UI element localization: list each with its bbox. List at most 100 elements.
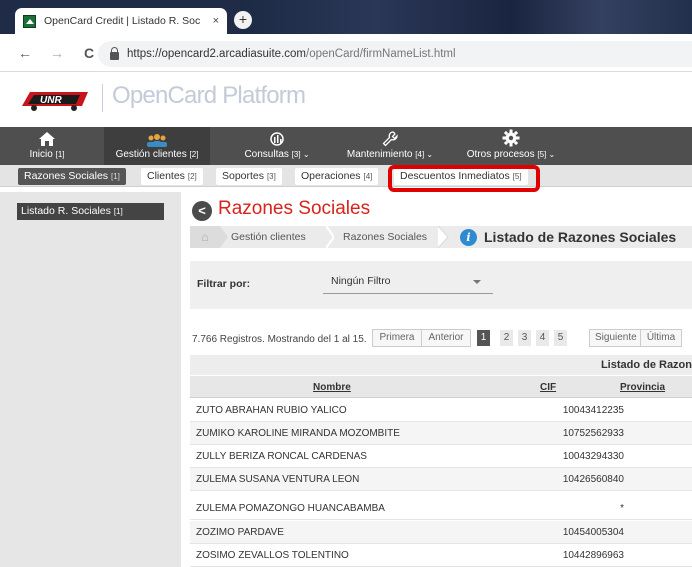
favicon-icon: [23, 14, 36, 28]
subnav-soportes-label: Soportes: [222, 170, 265, 182]
nav-mantenimiento[interactable]: Mantenimiento [4] ⌄: [335, 127, 445, 165]
address-bar[interactable]: https://opencard2.arcadiasuite.com/openC…: [98, 41, 692, 67]
back-button[interactable]: <: [192, 201, 212, 221]
breadcrumb-gestion-clientes[interactable]: Gestión clientes: [231, 226, 306, 248]
cell-nombre: ZOZIMO PARDAVE: [196, 527, 284, 538]
nav-inicio-badge: [1]: [55, 150, 65, 159]
table-caption: Listado de Razon: [190, 355, 692, 375]
sidebar-item-badge: [1]: [113, 207, 123, 216]
nav-inicio-label: Inicio: [29, 149, 53, 160]
subnav-operaciones[interactable]: Operaciones [4]: [295, 168, 379, 185]
pagination-page[interactable]: 1: [477, 330, 490, 346]
column-header-cif[interactable]: CIF: [540, 382, 556, 393]
url-path: /openCard/firmNameList.html: [306, 48, 456, 60]
nav-inicio[interactable]: Inicio [1]: [16, 127, 78, 165]
subnav-razones-label: Razones Sociales: [24, 170, 109, 182]
nav-consultas[interactable]: Consultas [3] ⌄: [232, 127, 322, 165]
cell-nombre: ZULEMA SUSANA VENTURA LEON: [196, 474, 360, 485]
records-count: 7.766 Registros. Mostrando del 1 al 15.: [192, 334, 367, 345]
back-arrow-icon[interactable]: ←: [14, 45, 36, 61]
breadcrumb-separator: [220, 226, 228, 248]
subnav-soportes-badge: [3]: [266, 172, 276, 181]
nav-mantenimiento-badge: [4] ⌄: [415, 150, 434, 159]
filter-label: Filtrar por:: [197, 278, 251, 290]
company-logo[interactable]: UNR: [18, 84, 93, 114]
chevron-down-icon[interactable]: [473, 280, 481, 284]
breadcrumb-separator: [438, 226, 449, 248]
cell-nombre: ZUTO ABRAHAN RUBIO YALICO: [196, 405, 347, 416]
cell-nombre: ZULEMA POMAZONGO HUANCABAMBA: [196, 503, 385, 514]
page-title: Razones Sociales: [218, 198, 371, 219]
breadcrumb-separator: [326, 226, 334, 248]
cell-cif: 10043412235: [562, 405, 624, 416]
subnav-operaciones-label: Operaciones: [301, 170, 361, 182]
table-row[interactable]: ZULEMA POMAZONGO HUANCABAMBA *: [190, 497, 692, 520]
column-header-provincia[interactable]: Provincia: [620, 382, 665, 393]
nav-otros-label: Otros procesos: [466, 149, 535, 160]
table-row[interactable]: ZUTO ABRAHAN RUBIO YALICO 10043412235: [190, 399, 692, 422]
browser-tab-bar: OpenCard Credit | Listado R. Soc × +: [0, 0, 692, 34]
subnav-operaciones-badge: [4]: [363, 172, 373, 181]
url-domain: https://opencard2.arcadiasuite.com: [127, 48, 306, 60]
cell-cif: 10426560840: [562, 474, 624, 485]
cell-nombre: ZULLY BERIZA RONCAL CARDENAS: [196, 451, 367, 462]
pagination-page[interactable]: 5: [554, 330, 567, 346]
breadcrumb-razones-sociales[interactable]: Razones Sociales: [343, 226, 427, 248]
cell-cif: 10454005304: [562, 527, 624, 538]
table-row[interactable]: ZOSIMO ZEVALLOS TOLENTINO 10442896963: [190, 544, 692, 567]
main-nav: Inicio [1] Gestión clientes [2] Consulta…: [0, 127, 692, 165]
browser-tab[interactable]: OpenCard Credit | Listado R. Soc ×: [15, 8, 227, 34]
subnav-clientes[interactable]: Clientes [2]: [141, 168, 203, 185]
subnav-razones-badge: [1]: [110, 172, 120, 181]
filter-select[interactable]: Ningún Filtro: [323, 270, 493, 294]
pagination-prev[interactable]: Anterior: [421, 329, 471, 347]
highlight-box: [388, 165, 540, 192]
nav-otros-procesos[interactable]: Otros procesos [5] ⌄: [456, 127, 566, 165]
nav-consultas-badge: [3] ⌄: [291, 150, 310, 159]
nav-gestion-label: Gestión clientes: [115, 149, 187, 160]
breadcrumb-current: Listado de Razones Sociales: [484, 229, 677, 245]
nav-mantenimiento-label: Mantenimiento: [346, 149, 413, 160]
breadcrumb-home-icon[interactable]: ⌂: [190, 226, 220, 248]
desktop-background: [240, 0, 692, 34]
pagination-last[interactable]: Última: [640, 329, 682, 347]
pagination-page[interactable]: 2: [500, 330, 513, 346]
subnav-clientes-badge: [2]: [187, 172, 197, 181]
home-icon: [39, 132, 55, 146]
brand-separator: [102, 84, 103, 112]
table-row[interactable]: ZUMIKO KAROLINE MIRANDA MOZOMBITE 1075256…: [190, 422, 692, 445]
table-row[interactable]: ZULEMA SUSANA VENTURA LEON 10426560840: [190, 468, 692, 491]
pagination-page[interactable]: 4: [536, 330, 549, 346]
pagination-page[interactable]: 3: [518, 330, 531, 346]
pagination-first[interactable]: Primera: [372, 329, 422, 347]
new-tab-button[interactable]: +: [234, 11, 252, 29]
cell-nombre: ZOSIMO ZEVALLOS TOLENTINO: [196, 550, 349, 561]
subnav-soportes[interactable]: Soportes [3]: [216, 168, 282, 185]
cell-cif: 10752562933: [562, 428, 624, 439]
gear-icon: [502, 129, 520, 147]
nav-gestion-badge: [2]: [189, 150, 199, 159]
sidebar-item-listado[interactable]: Listado R. Sociales [1]: [17, 203, 164, 220]
tab-close-icon[interactable]: ×: [213, 15, 219, 27]
table-row[interactable]: ZOZIMO PARDAVE 10454005304: [190, 521, 692, 544]
table-row[interactable]: ZULLY BERIZA RONCAL CARDENAS 10043294330: [190, 445, 692, 468]
column-header-nombre[interactable]: Nombre: [313, 382, 351, 393]
subnav-razones-sociales[interactable]: Razones Sociales [1]: [18, 168, 126, 185]
nav-gestion-clientes[interactable]: Gestión clientes [2]: [104, 127, 210, 165]
cell-cif: 10043294330: [562, 451, 624, 462]
reload-icon[interactable]: C: [78, 45, 100, 61]
sidebar: [0, 192, 181, 567]
forward-arrow-icon[interactable]: →: [46, 45, 68, 61]
tab-title: OpenCard Credit | Listado R. Soc: [44, 15, 201, 27]
wrench-icon: [382, 131, 398, 147]
cell-cif: 10442896963: [562, 550, 624, 561]
cell-cif: *: [620, 503, 624, 514]
sub-nav: Razones Sociales [1] Clientes [2] Soport…: [0, 165, 692, 187]
nav-consultas-label: Consultas: [244, 149, 289, 160]
table-header: [190, 376, 692, 398]
pagination-next[interactable]: Siguiente: [589, 329, 641, 347]
nav-otros-badge: [5] ⌄: [537, 150, 556, 159]
svg-text:UNR: UNR: [40, 95, 62, 106]
sidebar-item-label: Listado R. Sociales: [21, 205, 111, 217]
cell-nombre: ZUMIKO KAROLINE MIRANDA MOZOMBITE: [196, 428, 400, 439]
